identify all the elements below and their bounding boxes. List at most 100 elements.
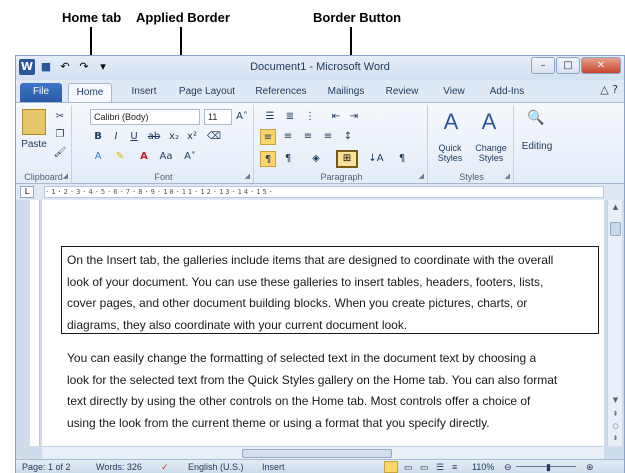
insert-mode[interactable]: Insert — [262, 461, 285, 473]
copy-icon[interactable]: ❐ — [52, 127, 68, 143]
zoom-slider-thumb[interactable]: ▮ — [546, 461, 551, 473]
shrink-font-icon[interactable]: A˅ — [182, 149, 198, 165]
format-painter-icon[interactable]: 🖌 — [52, 145, 68, 161]
strikethrough-icon[interactable]: ab — [146, 129, 162, 145]
web-layout-icon[interactable]: ▭ — [420, 461, 429, 473]
tab-review[interactable]: Review — [380, 83, 424, 102]
align-right-icon[interactable]: ≡ — [300, 129, 316, 145]
tab-add-ins[interactable]: Add-Ins — [482, 83, 532, 102]
ltr-text-icon[interactable]: ¶ — [260, 151, 276, 167]
decrease-indent-icon[interactable]: ⇤ — [328, 109, 344, 125]
quick-styles-button[interactable]: Quick Styles — [430, 143, 470, 163]
vertical-ruler[interactable] — [30, 200, 40, 446]
paragraph-launcher-icon[interactable]: ◢ — [419, 172, 424, 180]
ribbon-home: Paste ✂ ❐ 🖌 Clipboard ◢ Calibri (Body) 1… — [16, 102, 624, 184]
close-button[interactable]: ✕ — [581, 57, 621, 74]
status-bar: Page: 1 of 2 Words: 326 ✓ English (U.S.)… — [16, 459, 624, 473]
subscript-icon[interactable]: x₂ — [166, 129, 182, 145]
document-page[interactable]: On the Insert tab, the galleries include… — [42, 200, 604, 446]
superscript-icon[interactable]: x² — [184, 129, 200, 145]
tab-mailings[interactable]: Mailings — [320, 83, 372, 102]
zoom-out-icon[interactable]: ⊖ — [504, 461, 512, 473]
tab-selector[interactable]: L — [20, 186, 34, 198]
editing-button[interactable]: Editing — [516, 141, 558, 152]
annotation-home-tab: Home tab — [62, 10, 122, 25]
zoom-level[interactable]: 110% — [472, 461, 494, 473]
font-launcher-icon[interactable]: ◢ — [245, 172, 250, 180]
minimize-button[interactable]: – — [531, 57, 555, 74]
bullets-icon[interactable]: ☰ — [262, 109, 278, 125]
show-hide-icon[interactable]: ¶ — [394, 151, 410, 167]
change-case-icon[interactable]: Aa — [158, 149, 174, 165]
horizontal-ruler[interactable]: ·1·2·3·4·5·6·7·8·9·10·11·12·13·14·15· — [44, 186, 604, 198]
tab-insert[interactable]: Insert — [122, 83, 166, 102]
annotation-border-button: Border Button — [313, 10, 402, 25]
find-icon[interactable]: 🔍 — [524, 109, 548, 126]
outline-icon[interactable]: ☰ — [436, 461, 444, 473]
select-browse-object-icon[interactable]: ○ — [610, 421, 621, 432]
align-center-icon[interactable]: ≡ — [280, 129, 296, 145]
tab-view[interactable]: View — [436, 83, 472, 102]
rtl-text-icon[interactable]: ¶ — [280, 151, 296, 167]
bordered-paragraph[interactable]: On the Insert tab, the galleries include… — [61, 246, 599, 334]
para1-line-1: On the Insert tab, the galleries include… — [67, 253, 554, 267]
print-layout-icon[interactable] — [384, 461, 398, 473]
para1-line-3: cover pages, and other document building… — [67, 296, 528, 310]
align-left-icon[interactable]: ≡ — [260, 129, 276, 145]
vertical-scroll-thumb[interactable] — [610, 222, 621, 236]
previous-page-icon[interactable]: ⇞ — [610, 409, 621, 420]
font-size-combo[interactable]: 11 — [204, 109, 232, 125]
change-styles-button[interactable]: Change Styles — [470, 143, 512, 163]
vertical-scrollbar[interactable]: ▲ ▼ ⇞ ○ ⇟ — [607, 200, 622, 446]
styles-launcher-icon[interactable]: ◢ — [505, 172, 510, 180]
numbering-icon[interactable]: ≣ — [282, 109, 298, 125]
tab-home[interactable]: Home — [68, 83, 112, 102]
horizontal-scrollbar[interactable] — [42, 446, 604, 460]
multilevel-list-icon[interactable]: ⋮ — [302, 109, 318, 125]
horizontal-scroll-thumb[interactable] — [242, 449, 392, 458]
word-window: W ■ ↶ ↷ ▾ Document1 - Microsoft Word – □… — [15, 55, 625, 473]
cut-icon[interactable]: ✂ — [52, 109, 68, 125]
tab-file[interactable]: File — [20, 83, 62, 102]
line-spacing-icon[interactable]: ↕ — [340, 129, 356, 145]
ribbon-tabs: File Home Insert Page Layout References … — [16, 80, 624, 102]
bold-icon[interactable]: B — [90, 129, 106, 145]
change-styles-icon[interactable]: A — [474, 109, 504, 135]
help-icon[interactable]: △ ? — [600, 83, 618, 96]
page-count[interactable]: Page: 1 of 2 — [22, 461, 71, 473]
quick-styles-icon[interactable]: A — [436, 109, 466, 135]
border-button[interactable]: ⊞ — [336, 150, 358, 168]
scroll-down-icon[interactable]: ▼ — [610, 395, 621, 406]
zoom-in-icon[interactable]: ⊕ — [586, 461, 594, 473]
tab-references[interactable]: References — [250, 83, 312, 102]
para2-line-4: using the look from the current theme or… — [67, 415, 490, 430]
group-paragraph: ☰ ≣ ⋮ ⇤ ⇥ ≡ ≡ ≡ ≡ ↕ ¶ ¶ ◈ ⊞ ↓A ¶ Paragra… — [256, 105, 428, 183]
font-color-icon[interactable]: A — [136, 149, 152, 165]
full-screen-reading-icon[interactable]: ▭ — [404, 461, 413, 473]
paste-button[interactable]: Paste — [18, 139, 50, 150]
maximize-button[interactable]: □ — [556, 57, 580, 74]
clear-formatting-icon[interactable]: ⌫ — [206, 129, 222, 145]
scroll-up-icon[interactable]: ▲ — [610, 202, 621, 213]
increase-indent-icon[interactable]: ⇥ — [346, 109, 362, 125]
highlight-icon[interactable]: ✎ — [112, 149, 128, 165]
text-effects-icon[interactable]: A — [90, 149, 106, 165]
font-name-combo[interactable]: Calibri (Body) — [90, 109, 200, 125]
next-page-icon[interactable]: ⇟ — [610, 433, 621, 444]
grow-font-icon[interactable]: A˄ — [234, 109, 250, 125]
word-count[interactable]: Words: 326 — [96, 461, 142, 473]
second-paragraph[interactable]: You can easily change the formatting of … — [67, 348, 557, 434]
language[interactable]: English (U.S.) — [188, 461, 244, 473]
paragraph-group-label: Paragraph — [320, 172, 363, 182]
justify-icon[interactable]: ≡ — [320, 129, 336, 145]
paste-icon[interactable] — [22, 109, 46, 135]
clipboard-launcher-icon[interactable]: ◢ — [63, 172, 68, 180]
annotation-applied-border: Applied Border — [136, 10, 230, 25]
draft-icon[interactable]: ≡ — [452, 461, 457, 473]
underline-icon[interactable]: U — [126, 129, 142, 145]
proofing-icon[interactable]: ✓ — [161, 461, 169, 473]
shading-icon[interactable]: ◈ — [308, 151, 324, 167]
sort-icon[interactable]: ↓A — [368, 151, 384, 167]
tab-page-layout[interactable]: Page Layout — [174, 83, 240, 102]
italic-icon[interactable]: I — [108, 129, 124, 145]
